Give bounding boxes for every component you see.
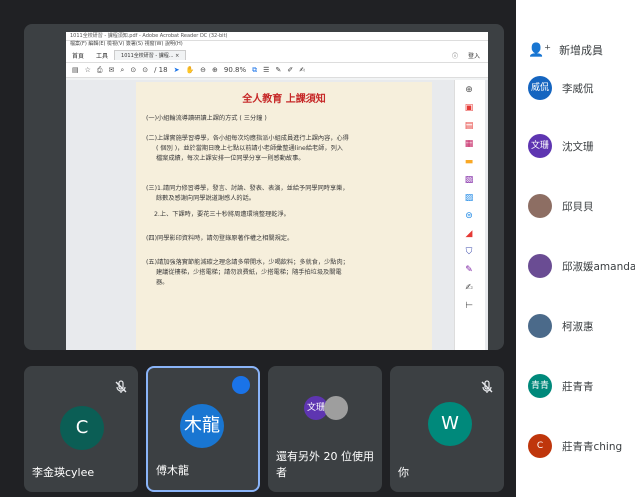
member-name: 莊青青ching (562, 440, 623, 453)
add-person-icon: 👤⁺ (528, 42, 552, 58)
pdf-content: 全人教育 上課須知 (一)小組輪流導讀研讀上課的方式 ( 三分鐘 ) (二)上課… (66, 80, 488, 350)
member-row[interactable]: 邱淑媛amanda (528, 254, 635, 278)
cursor-tool-icon: ➤ (173, 66, 180, 74)
draw-icon: ✐ (287, 66, 294, 74)
doc-line: 器。 (156, 279, 169, 286)
more-tools-icon: ⊢ (465, 301, 473, 311)
avatar-photo (528, 314, 552, 338)
doc-line: (一)小組輪流導讀研讀上課的方式 ( 三分鐘 ) (146, 115, 267, 122)
member-row[interactable]: 柯淑惠 (528, 314, 594, 338)
mail-icon: ✉ (108, 66, 115, 74)
doc-line: (五)請加強落實節能減碳之理念請多帶開水，少喝飲料；多就食，少點肉； (146, 259, 349, 266)
avatar: 文珊 (528, 134, 552, 158)
comment-icon: ▬ (464, 157, 474, 167)
avatar-photo (324, 396, 348, 420)
fill-sign-icon: ✍ (465, 283, 473, 293)
zoom-level: 90.8% (223, 66, 247, 74)
screen-share-tile[interactable]: 1011全校研習 - 課程須知.pdf - Adobe Acrobat Read… (24, 24, 504, 350)
export-pdf-icon: ▣ (464, 103, 474, 113)
avatar-photo (528, 254, 552, 278)
member-name: 沈文珊 (562, 140, 594, 153)
zoom-out-icon: ⊖ (200, 66, 207, 74)
participant-name: 李金瑛cylee (32, 466, 95, 479)
tab-tools: 工具 (96, 52, 109, 60)
speaking-indicator-icon (232, 376, 250, 394)
self-tile[interactable]: W 你 (390, 366, 504, 492)
page-count: / 18 (154, 66, 168, 74)
save-icon: ▤ (72, 66, 79, 74)
member-row[interactable]: 威侃 李威侃 (528, 76, 594, 100)
doc-title: 全人教育 上課須知 (242, 94, 326, 105)
member-name: 邱淑媛amanda (562, 260, 635, 273)
avatar: C (528, 434, 552, 458)
create-pdf-icon: ▤ (464, 121, 474, 131)
member-row[interactable]: 邱貝貝 (528, 194, 594, 218)
sign-icon: ✍ (299, 66, 306, 74)
avatar: 木龍 (180, 404, 224, 448)
others-count-label: 還有另外 20 位使用者 (276, 450, 374, 479)
participant-name: 你 (398, 466, 409, 479)
edit-pdf-icon: ▦ (464, 139, 474, 149)
fit-page-icon: ⧉ (252, 65, 258, 74)
doc-line: (二)上課實施學習導學，各小組每次均應指派小組成員進行上課內容，心得 (146, 135, 349, 142)
pdf-page: 全人教育 上課須知 (一)小組輪流導讀研讀上課的方式 ( 三分鐘 ) (二)上課… (136, 82, 432, 350)
member-name: 柯淑惠 (562, 320, 594, 333)
people-panel: 👤⁺ 新增成員 威侃 李威侃 文珊 沈文珊 邱貝貝 邱淑媛amanda 柯淑惠 … (516, 0, 635, 497)
doc-line: 檔案成績，每次上課安排一位同學分享一則感動故事。 (156, 155, 305, 162)
others-tile[interactable]: 文珊 還有另外 20 位使用者 (268, 366, 382, 492)
avatar: 青青 (528, 374, 552, 398)
mic-off-icon (481, 380, 493, 393)
acrobat-window: 1011全校研習 - 課程須知.pdf - Adobe Acrobat Read… (66, 32, 488, 350)
organize-icon: ▨ (464, 193, 474, 203)
acrobat-tabbar: 首頁 工具 1011全校研習 - 課程... × ⓘ 登入 (66, 48, 488, 63)
protect-icon: ⛉ (465, 247, 473, 257)
member-name: 莊青青 (562, 380, 594, 393)
comment-icon: ☰ (263, 66, 270, 74)
avatar: C (60, 406, 104, 450)
combine-icon: ▧ (464, 175, 474, 185)
tab-home: 首頁 (72, 52, 85, 60)
compress-icon: ⊜ (465, 211, 473, 221)
add-people-button[interactable]: 👤⁺ 新增成員 (528, 42, 603, 58)
redact-icon: ◢ (465, 229, 473, 239)
mic-off-icon (115, 380, 127, 393)
avatar: W (428, 402, 472, 446)
search-icon: ⊕ (465, 85, 473, 95)
doc-line: 餘數及感謝向同學說道謝感人的話。 (156, 195, 255, 202)
meeting-stage: 1011全校研習 - 課程須知.pdf - Adobe Acrobat Read… (0, 0, 516, 497)
acrobat-toolbar: ▤ ☆ ⎙ ✉ ⌕ ⊙ ⊙ / 18 ➤ ✋ ⊖ ⊕ 90.8% ⧉ ☰ ✎ ✐… (66, 63, 488, 78)
sign-icon: ✎ (465, 265, 473, 275)
participant-tile-active[interactable]: 木龍 傅木龍 (146, 366, 260, 492)
search-icon: ⌕ (120, 65, 125, 74)
acrobat-menu: 檔案(F) 編輯(E) 檢視(V) 簽署(S) 視窗(W) 說明(H) (66, 41, 488, 48)
doc-line: 建議從樓梯，少搭電梯；請勿浪費紙，少搭電梯；隨手拍垃圾及關電 (156, 269, 342, 276)
member-name: 邱貝貝 (562, 200, 594, 213)
help-icon: ⓘ (451, 52, 458, 60)
member-row[interactable]: C 莊青青ching (528, 434, 622, 458)
doc-line: (四)同學影印資料時，請勿登錄原著作權之相關規定。 (146, 235, 294, 242)
add-people-label: 新增成員 (559, 44, 604, 57)
print-icon: ⎙ (96, 65, 103, 74)
tab-document: 1011全校研習 - 課程... × (114, 50, 187, 60)
highlight-icon: ✎ (275, 66, 282, 74)
acrobat-right-tools: ⊕ ▣ ▤ ▦ ▬ ▧ ▨ ⊜ ◢ ⛉ ✎ ✍ ⊢ (454, 80, 485, 350)
participant-tile[interactable]: C 李金瑛cylee (24, 366, 138, 492)
doc-line: ( 個別 )，並於當期日晚上七點以前請小老師彙整通line給老師，列入 (156, 145, 343, 152)
hand-tool-icon: ✋ (185, 66, 195, 74)
member-row[interactable]: 青青 莊青青 (528, 374, 594, 398)
member-row[interactable]: 文珊 沈文珊 (528, 134, 594, 158)
member-name: 李威侃 (562, 82, 594, 95)
acrobat-title: 1011全校研習 - 課程須知.pdf - Adobe Acrobat Read… (66, 32, 488, 41)
signin-label: 登入 (467, 52, 480, 60)
avatar-photo (528, 194, 552, 218)
doc-line: 2.上、下課時，要花三十秒將周遭環境整理乾淨。 (154, 211, 290, 218)
page-up-icon: ⊙ (130, 66, 137, 74)
zoom-in-icon: ⊕ (212, 66, 218, 74)
participant-name: 傅木龍 (156, 464, 189, 477)
avatar: 威侃 (528, 76, 552, 100)
bookmark-star-icon: ☆ (84, 66, 91, 74)
page-down-icon: ⊙ (142, 66, 149, 74)
doc-line: (三)1.請同力修習導學，發言、討論、發表、表演，並給予同學同時享樂， (146, 185, 349, 192)
